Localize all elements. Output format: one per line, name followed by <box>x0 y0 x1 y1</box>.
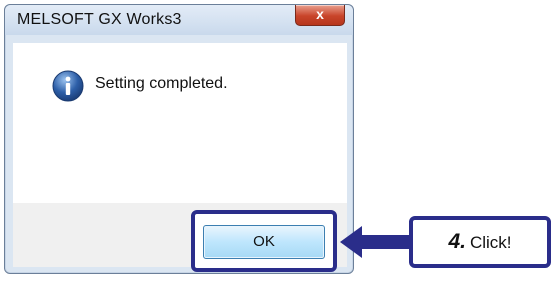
info-icon <box>52 70 84 102</box>
pointer-arrow-icon <box>340 226 410 258</box>
step-number: 4. <box>448 230 466 253</box>
step-callout: 4. Click! <box>409 216 551 268</box>
close-button[interactable]: x <box>295 5 345 26</box>
message-text: Setting completed. <box>95 75 228 92</box>
title-bar: MELSOFT GX Works3 x <box>5 5 353 35</box>
dialog-content <box>13 43 347 203</box>
window-title: MELSOFT GX Works3 <box>17 11 182 28</box>
step-action: Click! <box>469 233 512 252</box>
ok-button[interactable]: OK <box>203 225 325 259</box>
